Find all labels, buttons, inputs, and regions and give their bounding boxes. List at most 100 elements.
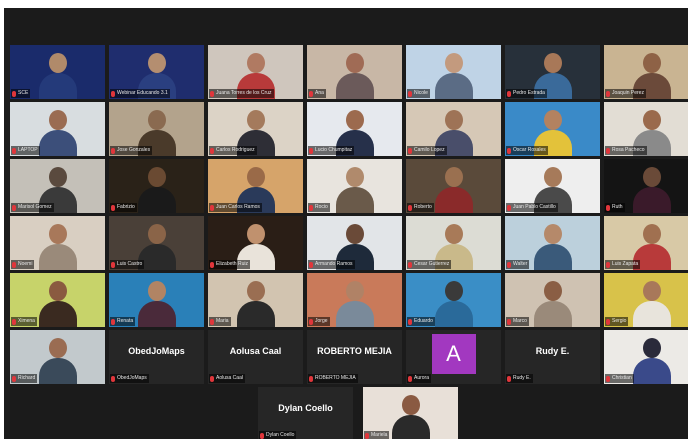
participant-tile[interactable]: Richard bbox=[10, 330, 105, 384]
participant-tile[interactable]: Aolusa Caal Aolusa Caal bbox=[208, 330, 303, 384]
muted-mic-icon bbox=[210, 375, 214, 382]
participant-tile[interactable]: Sergio bbox=[604, 273, 688, 327]
participant-name-text: Sergio bbox=[612, 318, 627, 324]
participant-tile[interactable]: Maria bbox=[208, 273, 303, 327]
participant-name-text: Noemi bbox=[18, 261, 33, 267]
participant-name-label: Armando Ramos bbox=[308, 260, 355, 269]
participant-tile[interactable]: Rocio bbox=[307, 159, 402, 213]
gallery-row: LAPTOP Jose Gonzales Carlos Rodriguez Lucio… bbox=[10, 102, 688, 158]
muted-mic-icon bbox=[309, 375, 313, 382]
participant-name-label: SCE bbox=[11, 89, 31, 98]
participant-name-label: Ruth bbox=[605, 203, 625, 212]
participant-name-label: Walter bbox=[506, 260, 530, 269]
participant-tile[interactable]: Armando Ramos bbox=[307, 216, 402, 270]
participant-name-text: Dylan Coello bbox=[266, 432, 295, 438]
participant-tile[interactable]: Carlos Rodriguez bbox=[208, 102, 303, 156]
participant-tile[interactable]: Cesar Gutierrez bbox=[406, 216, 501, 270]
participant-tile[interactable]: Juan Pablo Castillo bbox=[505, 159, 600, 213]
participant-name-label: Aurora bbox=[407, 374, 432, 383]
participant-tile[interactable]: Lucio Chumpitaz bbox=[307, 102, 402, 156]
muted-mic-icon bbox=[210, 147, 214, 154]
participant-name-label: Juan Carlos Ramos bbox=[209, 203, 262, 212]
participant-name-text: Marisol Gomez bbox=[18, 204, 52, 210]
participant-tile[interactable]: Webinar Educando 3.1 bbox=[109, 45, 204, 99]
participant-tile[interactable]: ObedJoMaps ObedJoMaps bbox=[109, 330, 204, 384]
participant-tile[interactable]: Noemi bbox=[10, 216, 105, 270]
muted-mic-icon bbox=[507, 90, 511, 97]
muted-mic-icon bbox=[606, 147, 610, 154]
participant-tile[interactable]: Ximena bbox=[10, 273, 105, 327]
participant-tile[interactable]: Luis Zapata bbox=[604, 216, 688, 270]
participant-name-text: Joaquin Perez bbox=[612, 90, 644, 96]
muted-mic-icon bbox=[111, 204, 115, 211]
participant-tile[interactable]: Oscar Rosales bbox=[505, 102, 600, 156]
participant-name-label: Juana Torres de los Cruz bbox=[209, 89, 274, 98]
participant-tile[interactable]: Rudy E. Rudy E. bbox=[505, 330, 600, 384]
muted-mic-icon bbox=[507, 261, 511, 268]
participant-name-label: Marco bbox=[506, 317, 529, 326]
participant-tile[interactable]: Juan Carlos Ramos bbox=[208, 159, 303, 213]
participant-tile[interactable]: SCE bbox=[10, 45, 105, 99]
participant-tile[interactable]: Christian bbox=[604, 330, 688, 384]
participant-name-label: Jose Gonzales bbox=[110, 146, 153, 155]
participant-tile[interactable]: Dylan Coello Dylan Coello bbox=[258, 387, 353, 439]
participant-tile[interactable]: Joaquin Perez bbox=[604, 45, 688, 99]
participant-name-label: Richard bbox=[11, 374, 38, 383]
participant-tile[interactable]: Jose Gonzales bbox=[109, 102, 204, 156]
participant-tile[interactable]: Marisol Gomez bbox=[10, 159, 105, 213]
participant-display-name: Rudy E. bbox=[535, 346, 570, 356]
participant-tile[interactable]: Ana bbox=[307, 45, 402, 99]
participant-name-text: Ruth bbox=[612, 204, 623, 210]
muted-mic-icon bbox=[210, 90, 214, 97]
participant-tile[interactable]: Eduardo bbox=[406, 273, 501, 327]
participant-name-text: Aurora bbox=[414, 375, 430, 381]
participant-name-label: Dylan Coello bbox=[259, 431, 297, 439]
participant-name-text: Camilo Lopez bbox=[414, 147, 445, 153]
participant-name-label: Maria bbox=[209, 317, 231, 326]
participant-name-label: Nicole bbox=[407, 89, 430, 98]
participant-name-text: Walter bbox=[513, 261, 528, 267]
muted-mic-icon bbox=[111, 318, 115, 325]
participant-tile[interactable]: Juana Torres de los Cruz bbox=[208, 45, 303, 99]
participant-tile[interactable]: LAPTOP bbox=[10, 102, 105, 156]
participant-tile[interactable]: Marco bbox=[505, 273, 600, 327]
participant-name-label: Oscar Rosales bbox=[506, 146, 548, 155]
participant-tile[interactable]: Rosa Pacheco bbox=[604, 102, 688, 156]
participant-tile[interactable]: Nicole bbox=[406, 45, 501, 99]
participant-tile[interactable]: Walter bbox=[505, 216, 600, 270]
participant-name-label: Renata bbox=[110, 317, 136, 326]
participant-name-text: Luis Castro bbox=[117, 261, 143, 267]
participant-tile[interactable]: Camilo Lopez bbox=[406, 102, 501, 156]
participant-name-label: Camilo Lopez bbox=[407, 146, 447, 155]
muted-mic-icon bbox=[408, 147, 412, 154]
participant-tile[interactable]: Renata bbox=[109, 273, 204, 327]
participant-name-label: Ana bbox=[308, 89, 326, 98]
participant-tile[interactable]: A Aurora bbox=[406, 330, 501, 384]
participant-name-text: Ximena bbox=[18, 318, 35, 324]
participant-name-text: Armando Ramos bbox=[315, 261, 353, 267]
participant-tile[interactable]: Luis Castro bbox=[109, 216, 204, 270]
participant-name-label: Carlos Rodriguez bbox=[209, 146, 257, 155]
participant-tile[interactable]: Fabrizio bbox=[109, 159, 204, 213]
participant-name-text: Ana bbox=[315, 90, 324, 96]
participant-tile[interactable]: Mariela bbox=[363, 387, 458, 439]
participant-tile[interactable]: Jorge bbox=[307, 273, 402, 327]
participant-name-label: Rocio bbox=[308, 203, 330, 212]
participant-name-text: Pedro Estrada bbox=[513, 90, 545, 96]
participant-tile[interactable]: Elizabeth Ruiz bbox=[208, 216, 303, 270]
gallery-row: Dylan Coello Dylan Coello Mariela bbox=[10, 387, 688, 439]
participant-name-text: Aolusa Caal bbox=[216, 375, 243, 381]
participant-name-text: Juan Pablo Castillo bbox=[513, 204, 556, 210]
participant-tile[interactable]: Roberto bbox=[406, 159, 501, 213]
participant-name-text: Carlos Rodriguez bbox=[216, 147, 255, 153]
participant-name-text: Mariela bbox=[371, 432, 388, 438]
gallery-row: Marisol Gomez Fabrizio Juan Carlos Ramos Ro… bbox=[10, 159, 688, 215]
participant-name-label: Marisol Gomez bbox=[11, 203, 54, 212]
participant-tile[interactable]: ROBERTO MEJIA ROBERTO MEJIA bbox=[307, 330, 402, 384]
participant-name-text: Richard bbox=[18, 375, 36, 381]
participant-tile[interactable]: Ruth bbox=[604, 159, 688, 213]
participant-name-text: Marco bbox=[513, 318, 527, 324]
participant-tile[interactable]: Pedro Estrada bbox=[505, 45, 600, 99]
participant-name-label: Luis Zapata bbox=[605, 260, 641, 269]
participant-name-text: LAPTOP bbox=[18, 147, 38, 153]
